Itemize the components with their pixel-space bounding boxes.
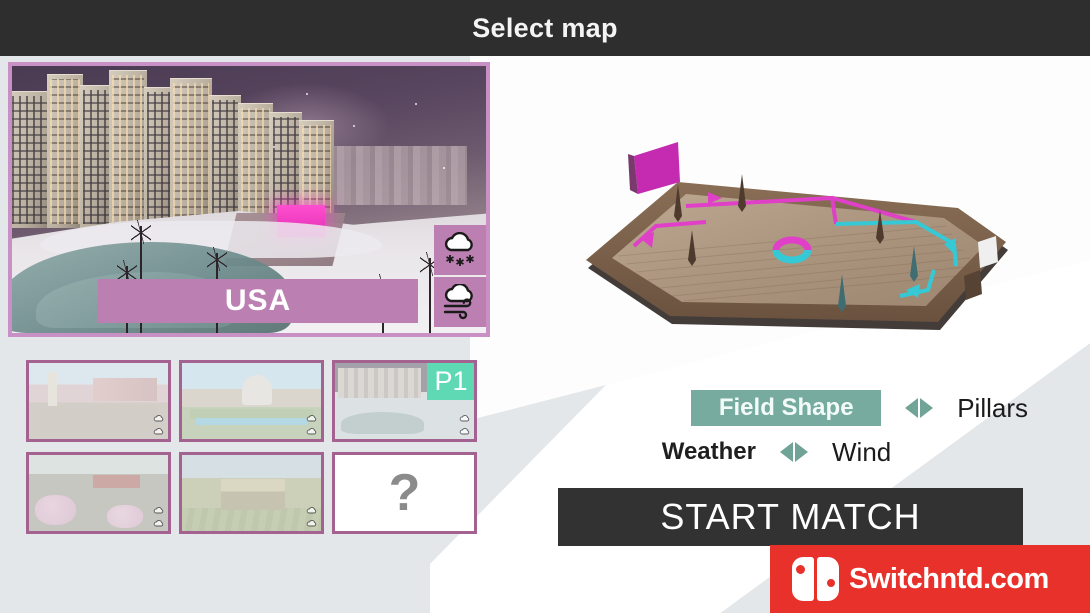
- thumb-weather-icons: [305, 412, 319, 437]
- player-1-badge: P1: [427, 363, 474, 400]
- preview-tree: [420, 252, 441, 333]
- selected-map-preview[interactable]: USA: [8, 62, 490, 337]
- site-watermark: Switchntd.com: [770, 545, 1090, 613]
- match-options: Field Shape Pillars Weather Wind: [558, 388, 1028, 476]
- cloud-icon: [152, 425, 166, 437]
- thumb-weather-icons: [305, 504, 319, 529]
- thumb-fade-overlay: [29, 363, 168, 439]
- field-3d-preview: [560, 98, 1030, 348]
- watermark-text: Switchntd.com: [849, 562, 1049, 595]
- option-label-weather: Weather: [661, 438, 756, 465]
- preview-weather-icons: [434, 225, 486, 327]
- thumb-fade-overlay: [182, 455, 321, 531]
- cloud-icon: [305, 504, 319, 516]
- thumb-fade-overlay: [29, 455, 168, 531]
- option-arrows-weather[interactable]: [768, 442, 820, 462]
- map-thumb-mystery[interactable]: ?: [332, 452, 477, 534]
- cloud-icon: [152, 504, 166, 516]
- chevron-left-icon[interactable]: [780, 442, 793, 462]
- map-thumb-5[interactable]: [179, 452, 324, 534]
- thumb-fade-overlay: [182, 363, 321, 439]
- option-arrows-field-shape[interactable]: [893, 398, 945, 418]
- option-label-field-shape: Field Shape: [691, 390, 882, 426]
- chevron-right-icon[interactable]: [795, 442, 808, 462]
- start-match-button[interactable]: START MATCH: [558, 488, 1023, 546]
- option-value-weather: Wind: [832, 436, 892, 467]
- nintendo-switch-icon: [792, 557, 839, 601]
- map-thumb-1[interactable]: [26, 360, 171, 442]
- selected-map-name: USA: [224, 284, 292, 317]
- option-row-weather[interactable]: Weather Wind: [558, 432, 1028, 472]
- option-row-field-shape[interactable]: Field Shape Pillars: [558, 388, 1028, 428]
- cloud-icon: [458, 425, 472, 437]
- cloud-icon: [305, 517, 319, 529]
- page-title: Select map: [472, 12, 618, 43]
- selected-map-name-banner: USA: [98, 279, 418, 323]
- map-thumb-4[interactable]: [26, 452, 171, 534]
- wind-cloud-icon: [434, 277, 486, 327]
- chevron-left-icon[interactable]: [905, 398, 919, 418]
- cloud-icon: [305, 412, 319, 424]
- option-value-field-shape: Pillars: [957, 392, 1028, 423]
- map-thumb-3[interactable]: P1: [332, 360, 477, 442]
- thumb-weather-icons: [458, 412, 472, 437]
- cloud-icon: [152, 517, 166, 529]
- thumb-weather-icons: [152, 504, 166, 529]
- cloud-icon: [458, 412, 472, 424]
- map-thumb-2[interactable]: [179, 360, 324, 442]
- chevron-right-icon[interactable]: [920, 398, 934, 418]
- snow-cloud-icon: [434, 225, 486, 275]
- cloud-icon: [152, 412, 166, 424]
- thumb-weather-icons: [152, 412, 166, 437]
- question-mark-icon: ?: [388, 464, 421, 522]
- header-bar: Select map: [0, 0, 1090, 56]
- cloud-icon: [305, 425, 319, 437]
- map-thumbnail-grid[interactable]: P1 ?: [26, 360, 486, 534]
